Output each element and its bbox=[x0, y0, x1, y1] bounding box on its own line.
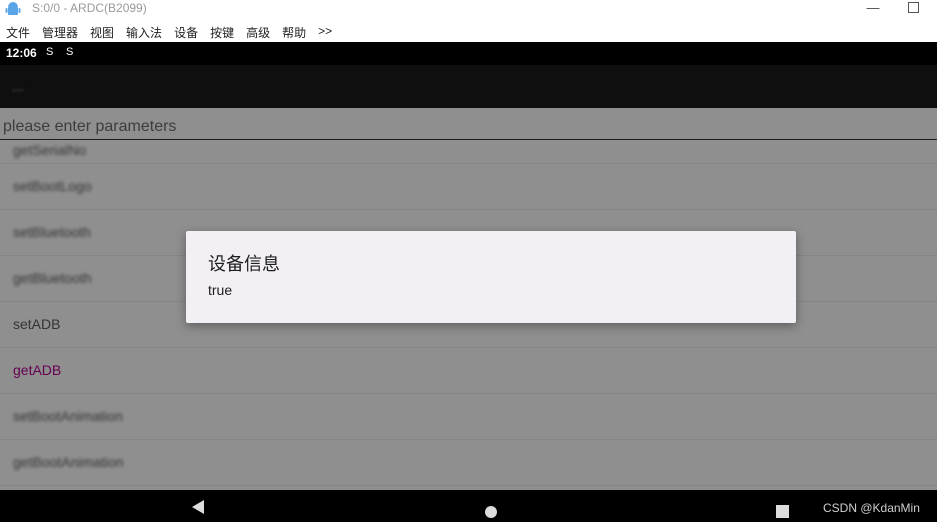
menu-keys[interactable]: 按键 bbox=[204, 21, 240, 42]
menu-help[interactable]: 帮助 bbox=[276, 21, 312, 42]
menu-more[interactable]: >> bbox=[312, 21, 338, 42]
minimize-button[interactable]: — bbox=[866, 0, 880, 16]
menu-manager[interactable]: 管理器 bbox=[36, 21, 84, 42]
dialog-title: 设备信息 bbox=[208, 254, 280, 274]
notification-icon: S bbox=[46, 46, 54, 58]
watermark: CSDN @KdanMin bbox=[823, 501, 920, 515]
menu-bar: 文件 管理器 视图 输入法 设备 按键 高级 帮助 >> bbox=[0, 21, 937, 42]
recents-icon[interactable] bbox=[776, 505, 789, 518]
menu-input-method[interactable]: 输入法 bbox=[120, 21, 168, 42]
menu-file[interactable]: 文件 bbox=[0, 21, 36, 42]
android-nav-bar: CSDN @KdanMin bbox=[0, 490, 937, 522]
device-screen: 12:06 S S ... getSerialNo setBootLogo se… bbox=[0, 42, 937, 522]
menu-advanced[interactable]: 高级 bbox=[240, 21, 276, 42]
back-icon[interactable] bbox=[192, 500, 204, 514]
android-status-bar: 12:06 S S bbox=[0, 42, 937, 65]
device-info-dialog: 设备信息 true bbox=[186, 231, 796, 323]
android-app-icon bbox=[5, 2, 21, 15]
window-titlebar: S:0/0 - ARDC(B2099) — bbox=[0, 0, 937, 20]
maximize-button[interactable] bbox=[908, 2, 919, 13]
menu-device[interactable]: 设备 bbox=[168, 21, 204, 42]
notification-icon: S bbox=[66, 46, 74, 58]
menu-view[interactable]: 视图 bbox=[84, 21, 120, 42]
window-title: S:0/0 - ARDC(B2099) bbox=[32, 1, 147, 15]
status-time: 12:06 bbox=[6, 46, 37, 60]
dialog-message: true bbox=[208, 282, 233, 298]
home-icon[interactable] bbox=[485, 506, 497, 518]
